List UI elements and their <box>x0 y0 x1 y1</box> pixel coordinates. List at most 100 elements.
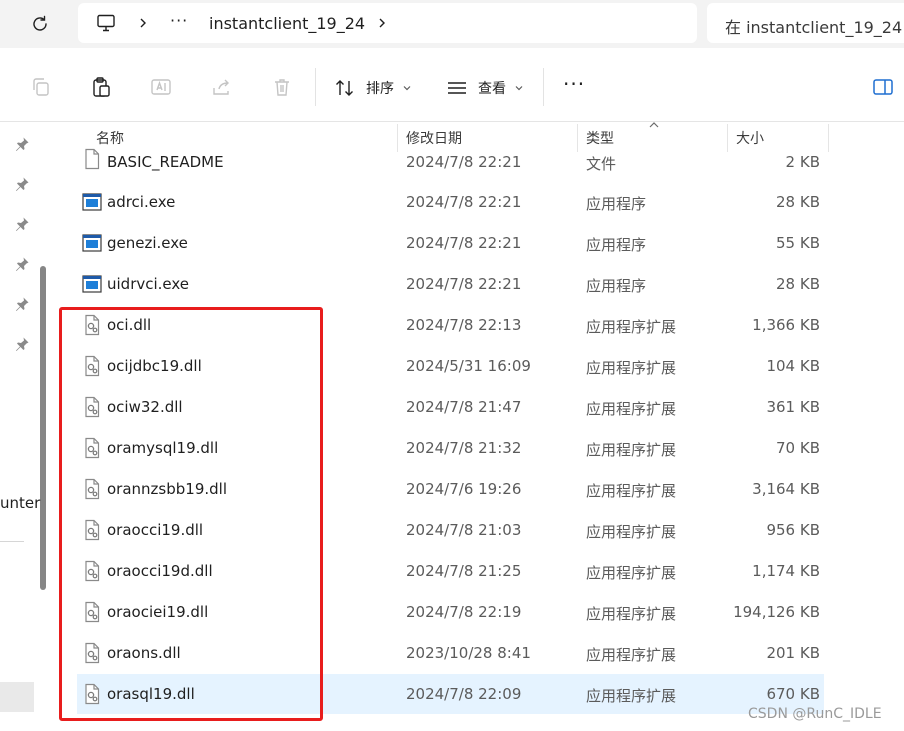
pin-icon[interactable] <box>14 216 30 232</box>
navigation-pane <box>0 122 55 731</box>
file-type: 应用程序 <box>586 195 647 213</box>
file-row[interactable]: orasql19.dll 2024/7/8 22:09 应用程序扩展 670 KB <box>77 674 824 714</box>
rename-button[interactable] <box>150 76 174 100</box>
more-options-button[interactable]: ··· <box>563 74 585 94</box>
file-size: 28 KB <box>776 275 820 293</box>
file-size: 2 KB <box>785 153 820 171</box>
file-type: 应用程序扩展 <box>586 441 677 459</box>
application-icon <box>82 232 102 254</box>
pin-icon[interactable] <box>14 176 30 192</box>
file-size: 104 KB <box>766 357 820 375</box>
file-type: 应用程序扩展 <box>586 318 677 336</box>
file-row[interactable]: uidrvci.exe 2024/7/8 22:21 应用程序 28 KB <box>77 264 824 304</box>
search-input[interactable]: 在 instantclient_19_24 中搜索 <box>707 3 904 43</box>
file-name: ociw32.dll <box>107 398 183 416</box>
file-type: 应用程序扩展 <box>586 482 677 500</box>
search-placeholder: 在 instantclient_19_24 中搜索 <box>725 18 904 37</box>
file-row[interactable]: oraons.dll 2023/10/28 8:41 应用程序扩展 201 KB <box>77 633 824 673</box>
share-button[interactable] <box>211 76 235 100</box>
file-size: 956 KB <box>766 521 820 539</box>
nav-item-highlight[interactable] <box>0 682 34 712</box>
file-name: BASIC_README <box>107 153 224 171</box>
dll-icon <box>82 314 102 336</box>
navigation-scrollbar[interactable] <box>40 266 46 590</box>
file-modified-date: 2024/7/8 22:13 <box>406 316 522 334</box>
address-bar[interactable]: ··· instantclient_19_24 <box>78 3 697 43</box>
nav-item-label[interactable]: unter <box>0 494 40 512</box>
file-row[interactable]: adrci.exe 2024/7/8 22:21 应用程序 28 KB <box>77 182 824 222</box>
dll-icon <box>82 560 102 582</box>
file-type: 应用程序扩展 <box>586 605 677 623</box>
file-modified-date: 2024/7/8 21:47 <box>406 398 522 416</box>
file-modified-date: 2023/10/28 8:41 <box>406 644 531 662</box>
file-type: 应用程序扩展 <box>586 359 677 377</box>
paste-icon <box>93 77 110 97</box>
file-size: 1,366 KB <box>752 316 820 334</box>
chevron-right-icon[interactable] <box>136 15 150 31</box>
chevron-right-icon[interactable] <box>375 15 389 31</box>
delete-button[interactable] <box>271 76 295 100</box>
nav-divider <box>0 541 24 542</box>
share-icon <box>213 79 229 95</box>
pin-icon[interactable] <box>14 336 30 352</box>
dll-icon <box>82 396 102 418</box>
file-type: 文件 <box>586 155 617 173</box>
address-folder-segment[interactable]: instantclient_19_24 <box>209 14 365 33</box>
view-icon <box>448 82 466 94</box>
details-pane-button[interactable] <box>872 76 896 100</box>
details-pane-icon <box>873 79 893 95</box>
file-size: 1,174 KB <box>752 562 820 580</box>
pin-icon[interactable] <box>14 136 30 152</box>
address-overflow-button[interactable]: ··· <box>170 11 188 30</box>
file-size: 55 KB <box>776 234 820 252</box>
toolbar-divider <box>543 68 544 106</box>
view-button[interactable]: 查看 <box>446 76 524 100</box>
file-name: orannzsbb19.dll <box>107 480 227 498</box>
file-row[interactable]: oramysql19.dll 2024/7/8 21:32 应用程序扩展 70 KB <box>77 428 824 468</box>
refresh-icon <box>33 15 47 31</box>
file-modified-date: 2024/7/8 21:32 <box>406 439 522 457</box>
file-row[interactable]: oraocci19d.dll 2024/7/8 21:25 应用程序扩展 1,174 … <box>77 551 824 591</box>
copy-button[interactable] <box>30 76 54 100</box>
paste-button[interactable] <box>90 76 114 100</box>
file-type: 应用程序扩展 <box>586 400 677 418</box>
file-modified-date: 2024/7/8 22:09 <box>406 685 522 703</box>
file-modified-date: 2024/7/8 22:21 <box>406 234 522 252</box>
file-size: 201 KB <box>766 644 820 662</box>
watermark: CSDN @RunC_IDLE <box>748 706 882 722</box>
file-name: oraociei19.dll <box>107 603 209 621</box>
file-modified-date: 2024/7/8 22:21 <box>406 193 522 211</box>
refresh-button[interactable] <box>28 12 52 36</box>
file-type: 应用程序 <box>586 236 647 254</box>
file-row[interactable]: oraociei19.dll 2024/7/8 22:19 应用程序扩展 194,12… <box>77 592 824 632</box>
file-type: 应用程序 <box>586 277 647 295</box>
file-row[interactable]: genezi.exe 2024/7/8 22:21 应用程序 55 KB <box>77 223 824 263</box>
sort-ascending-icon <box>649 122 659 128</box>
file-row[interactable]: orannzsbb19.dll 2024/7/6 19:26 应用程序扩展 3,164… <box>77 469 824 509</box>
toolbar-divider <box>315 68 316 106</box>
column-divider[interactable] <box>828 124 829 152</box>
file-row[interactable]: oraocci19.dll 2024/7/8 21:03 应用程序扩展 956 KB <box>77 510 824 550</box>
file-size: 194,126 KB <box>733 603 820 621</box>
file-size: 670 KB <box>766 685 820 703</box>
file-modified-date: 2024/7/8 21:25 <box>406 562 522 580</box>
file-name: oramysql19.dll <box>107 439 219 457</box>
chevron-down-icon <box>515 86 523 91</box>
file-row[interactable]: oci.dll 2024/7/8 22:13 应用程序扩展 1,366 KB <box>77 305 824 345</box>
sort-button[interactable]: 排序 <box>334 76 412 100</box>
rename-icon <box>151 79 171 95</box>
file-name: oraocci19.dll <box>107 521 204 539</box>
file-row[interactable]: ocijdbc19.dll 2024/5/31 16:09 应用程序扩展 104 KB <box>77 346 824 386</box>
pin-icon[interactable] <box>14 296 30 312</box>
file-row[interactable]: BASIC_README 2024/7/8 22:21 文件 2 KB <box>77 141 824 181</box>
file-modified-date: 2024/7/6 19:26 <box>406 480 522 498</box>
file-name: ocijdbc19.dll <box>107 357 202 375</box>
file-name: oraocci19d.dll <box>107 562 213 580</box>
file-type: 应用程序扩展 <box>586 523 677 541</box>
dll-icon <box>82 478 102 500</box>
chevron-down-icon <box>403 86 411 91</box>
file-row[interactable]: ociw32.dll 2024/7/8 21:47 应用程序扩展 361 KB <box>77 387 824 427</box>
application-icon <box>82 273 102 295</box>
file-name: orasql19.dll <box>107 685 195 703</box>
pin-icon[interactable] <box>14 256 30 272</box>
